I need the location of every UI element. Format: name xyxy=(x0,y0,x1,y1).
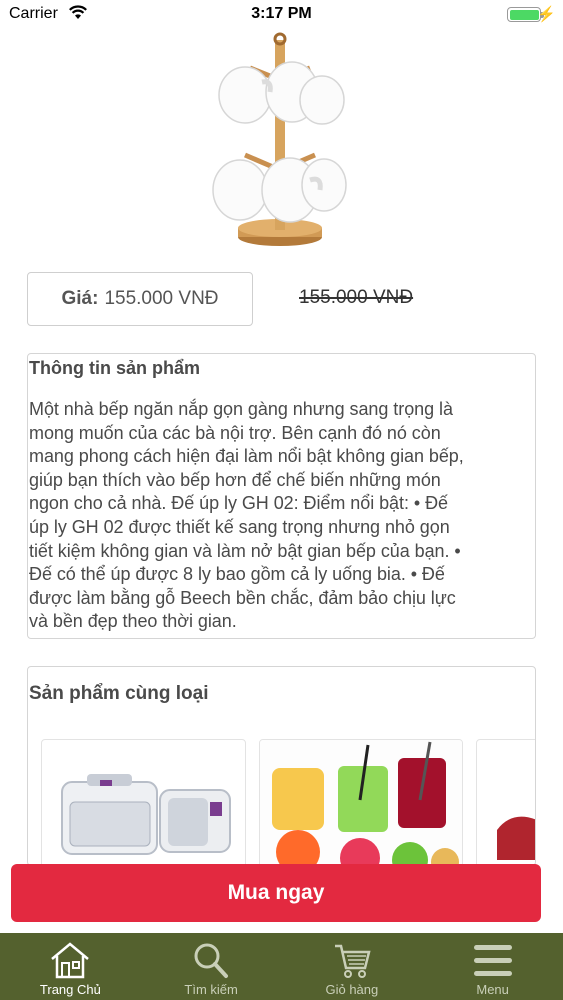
menu-icon xyxy=(473,945,512,976)
product-image-partial xyxy=(497,816,535,860)
tab-search[interactable]: Tìm kiếm xyxy=(141,933,282,1000)
old-price: 155.000 VNĐ xyxy=(299,287,414,308)
search-icon xyxy=(194,943,229,978)
lunchbox-image xyxy=(61,774,231,855)
description-line: mang phong cách hiện đại làm nổi bật khô… xyxy=(29,446,464,467)
cart-icon xyxy=(334,944,371,978)
product-info-card: Thông tin sản phẩm Một nhà bếp ngăn nắp … xyxy=(27,353,536,639)
status-bar: Carrier 3:17 PM ⚡ xyxy=(0,0,563,30)
description-line: tiết kiệm không gian và làm nở bật gian … xyxy=(29,540,461,561)
description-line: ngon cho cả nhà. Đế úp ly GH 02: Điểm nổ… xyxy=(29,493,448,514)
product-info-title: Thông tin sản phẩm xyxy=(29,358,200,378)
related-products-card: Sản phẩm cùng loại xyxy=(27,666,536,866)
description-line: mong muốn của các bà nội trợ. Bên cạnh đ… xyxy=(29,422,441,443)
glass-jars-image xyxy=(260,740,462,865)
description-line: Đế có thể úp được 8 ly bao gồm cả ly uốn… xyxy=(29,564,445,585)
product-description: Một nhà bếp ngăn nắp gọn gàng nhưng sang… xyxy=(29,398,535,634)
related-product-item[interactable] xyxy=(41,739,246,865)
status-time: 3:17 PM xyxy=(251,5,312,22)
price-label: Giá: xyxy=(61,288,99,309)
description-line: và bền đẹp theo thời gian. xyxy=(29,611,237,632)
tab-home[interactable]: Trang Chủ xyxy=(0,933,141,1000)
tab-label: Menu xyxy=(476,982,509,997)
tab-label: Giỏ hàng xyxy=(325,982,379,997)
description-line: Một nhà bếp ngăn nắp gọn gàng nhưng sang… xyxy=(29,399,453,419)
price-value: 155.000 VNĐ xyxy=(104,288,219,309)
tab-label: Tìm kiếm xyxy=(184,982,238,997)
charging-icon: ⚡ xyxy=(537,6,556,23)
price-box: Giá: 155.000 VNĐ xyxy=(27,272,253,326)
battery-icon xyxy=(507,7,541,22)
description-line: được làm bằng gỗ Beech bền chắc, đảm bảo… xyxy=(29,587,456,608)
buy-now-button[interactable]: Mua ngay xyxy=(11,864,541,922)
related-products-title: Sản phẩm cùng loại xyxy=(29,683,209,704)
tab-cart[interactable]: Giỏ hàng xyxy=(282,933,423,1000)
tab-label: Trang Chủ xyxy=(39,982,101,997)
product-image xyxy=(200,30,360,260)
related-product-item[interactable] xyxy=(259,739,463,865)
home-icon xyxy=(51,942,90,979)
tab-bar: Trang Chủ Tìm kiếm Giỏ hàng Menu xyxy=(0,933,563,1000)
description-line: úp ly GH 02 được thiết kế sang trọng như… xyxy=(29,516,450,537)
related-product-item[interactable] xyxy=(476,739,535,865)
tab-menu[interactable]: Menu xyxy=(422,933,563,1000)
description-line: giúp bạn thích vào bếp hơn để chế biến n… xyxy=(29,469,441,490)
